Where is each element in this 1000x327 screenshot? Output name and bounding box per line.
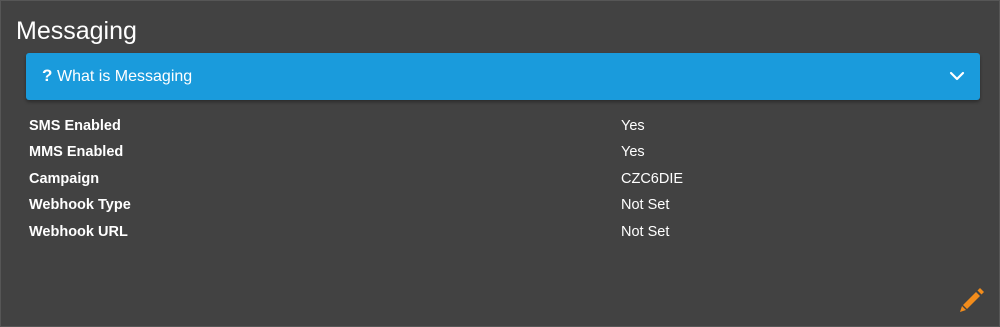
setting-value: CZC6DIE bbox=[621, 170, 684, 187]
pencil-icon[interactable] bbox=[957, 285, 987, 315]
section-title: Messaging bbox=[16, 17, 137, 45]
setting-row-sms-enabled: SMS Enabled Yes bbox=[28, 113, 968, 139]
setting-value: Not Set bbox=[621, 197, 670, 214]
setting-label: Webhook URL bbox=[29, 223, 128, 240]
accordion-label: What is Messaging bbox=[57, 68, 193, 85]
question-mark-icon: ? bbox=[42, 66, 53, 85]
setting-row-webhook-url: Webhook URL Not Set bbox=[28, 219, 968, 245]
setting-value: Yes bbox=[621, 144, 645, 161]
setting-label: MMS Enabled bbox=[29, 144, 124, 161]
what-is-messaging-accordion[interactable]: ? What is Messaging bbox=[26, 53, 980, 100]
settings-list: SMS Enabled Yes MMS Enabled Yes Campaign… bbox=[28, 113, 968, 245]
chevron-down-icon[interactable] bbox=[949, 69, 965, 83]
setting-row-webhook-type: Webhook Type Not Set bbox=[28, 192, 968, 218]
messaging-panel: Messaging ? What is Messaging SMS Enable… bbox=[0, 0, 1000, 327]
setting-label: SMS Enabled bbox=[29, 118, 121, 134]
setting-row-campaign: Campaign CZC6DIE bbox=[28, 166, 968, 192]
setting-value: Yes bbox=[621, 118, 645, 134]
setting-label: Webhook Type bbox=[29, 197, 131, 214]
setting-row-mms-enabled: MMS Enabled Yes bbox=[28, 139, 968, 165]
setting-value: Not Set bbox=[621, 223, 670, 240]
setting-label: Campaign bbox=[29, 170, 100, 187]
